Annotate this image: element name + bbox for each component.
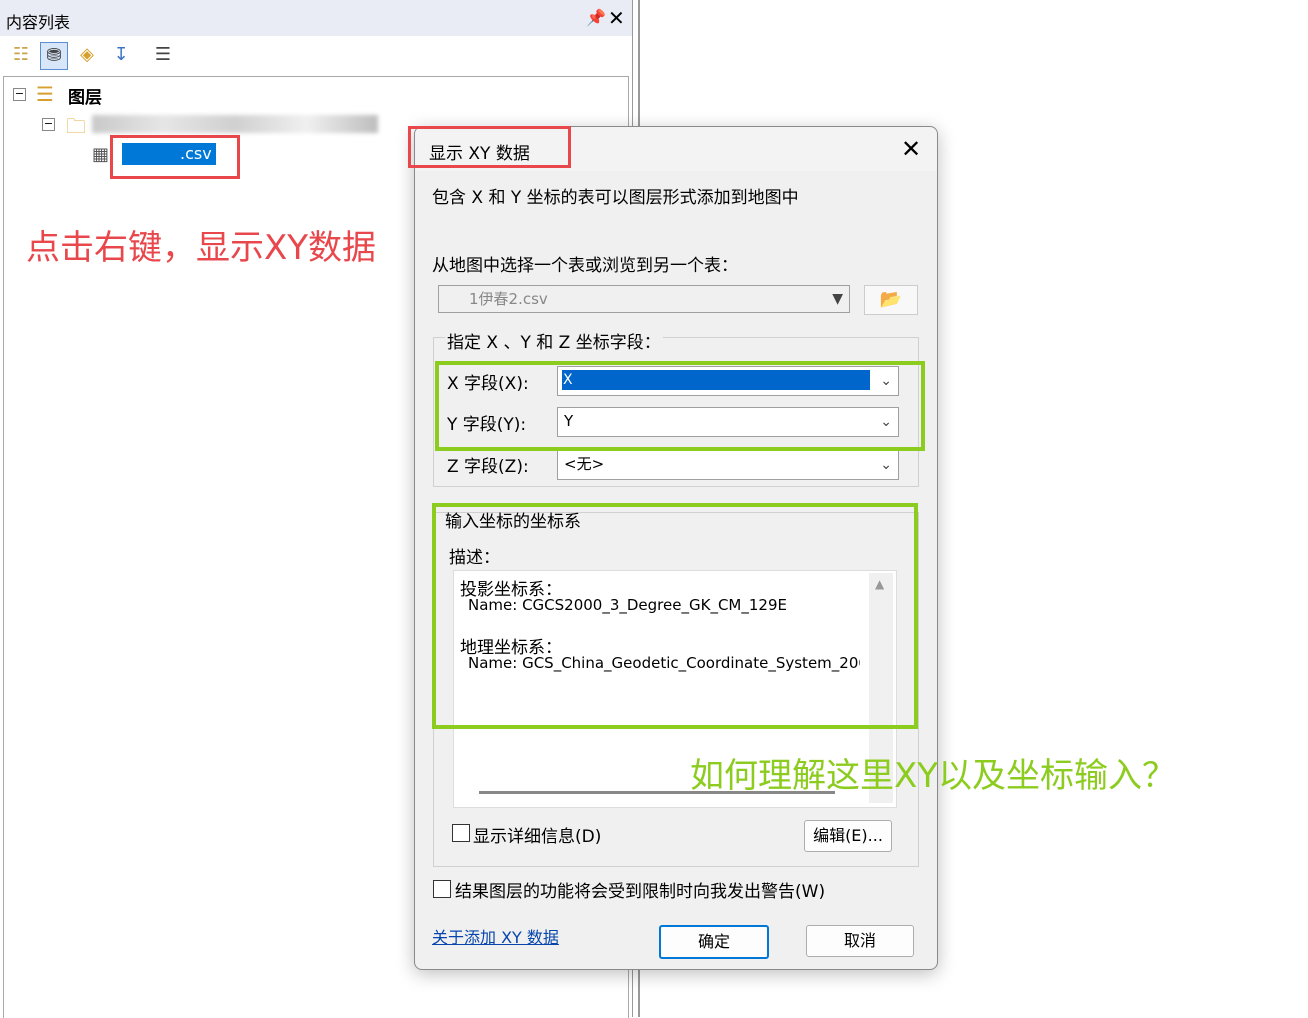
- list-by-visibility-icon[interactable]: ◈: [74, 42, 100, 68]
- list-by-source-icon[interactable]: ⛃: [40, 42, 68, 70]
- red-highlight-csv: [110, 135, 240, 179]
- list-by-selection-icon[interactable]: ↧: [108, 42, 134, 68]
- choose-table-label: 从地图中选择一个表或浏览到另一个表：: [432, 256, 738, 276]
- close-icon[interactable]: ✕: [608, 6, 625, 30]
- z-field-dropdown[interactable]: <无> ⌄: [557, 450, 899, 480]
- collapse-layers-icon[interactable]: −: [13, 88, 26, 101]
- green-highlight-xy-fields: [435, 361, 925, 451]
- green-annotation-text: 如何理解这里XY以及坐标输入？: [690, 756, 1177, 796]
- fields-group-label: 指定 X 、Y 和 Z 坐标字段：: [445, 328, 663, 353]
- toc-toolbar: ☷ ⛃ ◈ ↧ ☰: [0, 38, 632, 72]
- list-by-drawing-order-icon[interactable]: ☷: [8, 42, 34, 68]
- pin-icon[interactable]: 📌: [586, 8, 606, 27]
- collapse-folder-icon[interactable]: −: [42, 118, 55, 131]
- dialog-close-icon[interactable]: ✕: [901, 135, 921, 163]
- intro-text: 包含 X 和 Y 坐标的表可以图层形式添加到地图中: [432, 188, 799, 208]
- about-add-xy-link[interactable]: 关于添加 XY 数据: [432, 924, 559, 948]
- toc-title: 内容列表: [6, 13, 71, 32]
- open-folder-icon: 📂: [879, 289, 903, 310]
- table-icon: ▦: [92, 144, 110, 165]
- layers-label: 图层: [68, 88, 102, 108]
- folder-icon: 🗀: [66, 114, 86, 138]
- ok-button[interactable]: 确定: [659, 925, 769, 959]
- blurred-group-name: [92, 115, 378, 133]
- z-field-value: <无>: [564, 455, 605, 473]
- show-details-label: 显示详细信息(D): [473, 827, 602, 847]
- chevron-down-icon: ▼: [832, 291, 843, 307]
- toc-titlebar: 内容列表 📌 ✕: [0, 0, 632, 36]
- z-field-label: Z 字段(Z):: [447, 457, 529, 477]
- edit-button[interactable]: 编辑(E)...: [804, 820, 892, 852]
- options-icon[interactable]: ☰: [150, 42, 176, 68]
- red-annotation-text: 点击右键，显示XY数据: [26, 228, 377, 268]
- table-dropdown[interactable]: 1伊春2.csv ▼: [438, 285, 850, 313]
- red-highlight-dialog-title: [408, 126, 571, 168]
- warning-checkbox[interactable]: [433, 880, 451, 898]
- chevron-down-icon: ⌄: [880, 457, 892, 473]
- browse-folder-button[interactable]: 📂: [864, 285, 918, 315]
- cancel-button[interactable]: 取消: [806, 925, 914, 957]
- table-value: 1伊春2.csv: [469, 290, 548, 308]
- layers-icon: ☰: [36, 82, 54, 106]
- show-details-checkbox[interactable]: [452, 824, 470, 842]
- green-highlight-coordinate-system: [432, 503, 918, 729]
- warning-label: 结果图层的功能将会受到限制时向我发出警告(W): [455, 882, 826, 902]
